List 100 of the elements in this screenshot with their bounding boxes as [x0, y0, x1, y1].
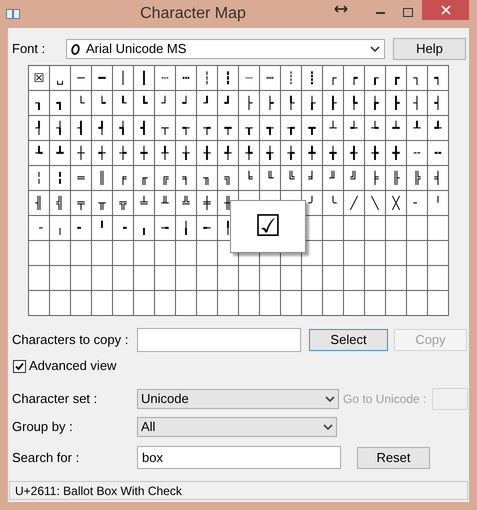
character-cell[interactable]: ┇ [218, 66, 239, 91]
character-cell[interactable]: ╕ [176, 166, 197, 191]
character-cell[interactable]: ╴ [407, 191, 428, 216]
character-cell[interactable]: ╠ [407, 166, 428, 191]
character-cell[interactable]: ┰ [239, 116, 260, 141]
character-cell[interactable]: ╢ [29, 191, 50, 216]
character-cell[interactable]: ╝ [344, 166, 365, 191]
character-cell[interactable]: ╸ [71, 216, 92, 241]
character-cell[interactable]: ┥ [428, 91, 449, 116]
empty-character-cell[interactable] [344, 216, 365, 241]
character-cell[interactable]: ╦ [113, 191, 134, 216]
character-cell[interactable]: ╞ [365, 166, 386, 191]
advanced-view-checkbox[interactable] [13, 360, 26, 372]
character-cell[interactable]: ┞ [281, 91, 302, 116]
empty-character-cell[interactable] [365, 266, 386, 291]
character-cell[interactable]: ┹ [428, 116, 449, 141]
empty-character-cell[interactable] [239, 266, 260, 291]
character-cell[interactable]: ┊ [281, 66, 302, 91]
empty-character-cell[interactable] [260, 291, 281, 316]
character-cell[interactable]: ┏ [386, 66, 407, 91]
character-cell[interactable]: ╀ [155, 141, 176, 166]
character-cell[interactable]: ╷ [50, 216, 71, 241]
character-cell[interactable]: ╧ [134, 191, 155, 216]
character-cell[interactable]: ╨ [155, 191, 176, 216]
search-field[interactable]: box [137, 446, 341, 469]
character-cell[interactable]: ╡ [428, 166, 449, 191]
empty-character-cell[interactable] [386, 216, 407, 241]
character-cell[interactable]: ╂ [197, 141, 218, 166]
empty-character-cell[interactable] [92, 291, 113, 316]
character-cell[interactable]: ━ [92, 66, 113, 91]
character-cell[interactable]: ┸ [407, 116, 428, 141]
character-cell[interactable]: ┎ [365, 66, 386, 91]
character-cell[interactable]: ╁ [176, 141, 197, 166]
empty-character-cell[interactable] [71, 291, 92, 316]
character-set-dropdown[interactable]: Unicode [137, 389, 339, 409]
empty-character-cell[interactable] [281, 291, 302, 316]
group-by-dropdown[interactable]: All [137, 417, 337, 437]
empty-character-cell[interactable] [176, 241, 197, 266]
empty-character-cell[interactable] [50, 266, 71, 291]
empty-character-cell[interactable] [260, 266, 281, 291]
character-cell[interactable]: ╳ [386, 191, 407, 216]
character-cell[interactable]: ┐ [407, 66, 428, 91]
character-cell[interactable]: ╍ [428, 141, 449, 166]
character-cell[interactable]: ╘ [239, 166, 260, 191]
character-cell[interactable]: ╖ [197, 166, 218, 191]
empty-character-cell[interactable] [113, 266, 134, 291]
character-cell[interactable]: ┕ [92, 91, 113, 116]
empty-character-cell[interactable] [113, 241, 134, 266]
empty-character-cell[interactable] [134, 291, 155, 316]
character-cell[interactable]: ╗ [218, 166, 239, 191]
character-cell[interactable]: ├ [239, 91, 260, 116]
character-cell[interactable]: ╩ [176, 191, 197, 216]
empty-character-cell[interactable] [155, 291, 176, 316]
character-cell[interactable]: ┬ [155, 116, 176, 141]
empty-character-cell[interactable] [428, 266, 449, 291]
character-cell[interactable]: ╅ [260, 141, 281, 166]
character-cell[interactable]: ┢ [365, 91, 386, 116]
empty-character-cell[interactable] [218, 266, 239, 291]
character-cell[interactable]: ╓ [134, 166, 155, 191]
character-cell[interactable]: ┱ [260, 116, 281, 141]
character-cell[interactable]: ┫ [134, 116, 155, 141]
character-cell[interactable]: ┷ [386, 116, 407, 141]
character-cell[interactable]: ┾ [113, 141, 134, 166]
empty-character-cell[interactable] [428, 216, 449, 241]
character-cell[interactable]: ┒ [29, 91, 50, 116]
empty-character-cell[interactable] [29, 291, 50, 316]
character-cell[interactable]: ╲ [365, 191, 386, 216]
character-cell[interactable]: ␣ [50, 66, 71, 91]
character-cell[interactable]: ╋ [386, 141, 407, 166]
character-cell[interactable]: ┗ [134, 91, 155, 116]
reset-button[interactable]: Reset [357, 446, 430, 468]
empty-character-cell[interactable] [365, 291, 386, 316]
character-cell[interactable]: ┖ [113, 91, 134, 116]
empty-character-cell[interactable] [197, 266, 218, 291]
character-cell[interactable]: ╤ [71, 191, 92, 216]
character-cell[interactable]: │ [113, 66, 134, 91]
character-cell[interactable]: ┟ [302, 91, 323, 116]
character-cell[interactable]: ╊ [365, 141, 386, 166]
character-cell[interactable]: ╽ [176, 216, 197, 241]
character-cell[interactable]: ╛ [302, 166, 323, 191]
characters-to-copy-field[interactable] [137, 328, 301, 352]
empty-character-cell[interactable] [365, 241, 386, 266]
character-cell[interactable]: ┍ [344, 66, 365, 91]
character-cell[interactable]: ╎ [29, 166, 50, 191]
empty-character-cell[interactable] [50, 291, 71, 316]
character-cell[interactable]: ┽ [92, 141, 113, 166]
empty-character-cell[interactable] [134, 266, 155, 291]
character-cell[interactable]: ☒ [29, 66, 50, 91]
empty-character-cell[interactable] [92, 266, 113, 291]
character-cell[interactable]: ┦ [29, 116, 50, 141]
empty-character-cell[interactable] [407, 216, 428, 241]
empty-character-cell[interactable] [113, 291, 134, 316]
character-cell[interactable]: ┆ [197, 66, 218, 91]
character-cell[interactable]: ┻ [50, 141, 71, 166]
character-cell[interactable]: ╾ [197, 216, 218, 241]
empty-character-cell[interactable] [428, 241, 449, 266]
character-cell[interactable]: ╈ [323, 141, 344, 166]
character-cell[interactable]: ┨ [71, 116, 92, 141]
character-cell[interactable]: ╥ [92, 191, 113, 216]
character-cell[interactable]: ╃ [218, 141, 239, 166]
